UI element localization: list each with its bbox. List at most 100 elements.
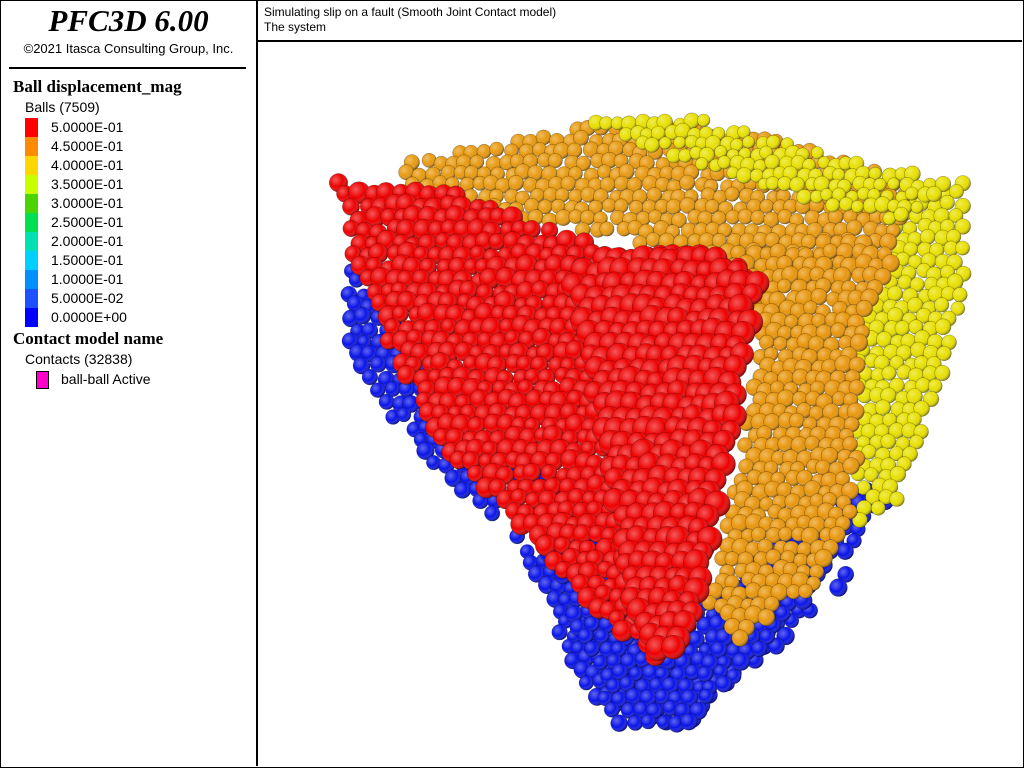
- ball-shading: [353, 307, 371, 325]
- plot-subtitle: The system: [264, 20, 327, 34]
- ball-shading: [887, 177, 900, 190]
- ball-shading: [796, 189, 812, 205]
- legend-value: 4.5000E-01: [51, 138, 124, 154]
- legend-swatch: [25, 118, 38, 137]
- ball-shading: [934, 365, 951, 381]
- ball-shading: [640, 714, 656, 729]
- ball-shading: [379, 394, 395, 410]
- ball-shading: [842, 457, 860, 475]
- ball-shading: [935, 318, 951, 335]
- ball-shading: [508, 175, 524, 191]
- ball-shading: [952, 287, 968, 302]
- ball-shading: [679, 175, 695, 191]
- legend-value: 3.0000E-01: [51, 195, 124, 211]
- legend-swatch: [25, 194, 38, 213]
- legend-value: 0.0000E+00: [51, 309, 127, 325]
- copyright-text: ©2021 Itasca Consulting Group, Inc.: [23, 41, 234, 56]
- app-title: PFC3D 6.00: [48, 3, 209, 38]
- legend-value: 5.0000E-01: [51, 119, 124, 135]
- legend-swatch: [25, 175, 38, 194]
- ball-shading: [940, 195, 955, 210]
- legend-swatch: [25, 232, 38, 251]
- contact-legend-title: Contact model name: [13, 329, 164, 348]
- legend-value: 2.0000E-01: [51, 233, 124, 249]
- ball-shading: [579, 675, 594, 691]
- ball-shading: [715, 675, 732, 693]
- ball-shading: [750, 210, 766, 225]
- legend-swatch: [25, 251, 38, 270]
- legend-value: 4.0000E-01: [51, 157, 124, 173]
- ball-shading: [362, 369, 378, 385]
- ball-shading: [778, 527, 793, 542]
- ball-shading: [489, 142, 504, 157]
- ball-count-label: Balls (7509): [25, 99, 100, 115]
- ball-shading: [926, 186, 942, 202]
- contact-swatch: [36, 371, 49, 389]
- ball-shading: [610, 714, 628, 732]
- ball-shading: [731, 629, 749, 647]
- ball-shading: [789, 413, 805, 429]
- ball-shading: [871, 501, 886, 516]
- ball-shading: [829, 578, 848, 597]
- legend-value: 3.5000E-01: [51, 176, 124, 192]
- ball-shading: [825, 198, 840, 213]
- ball-shading: [839, 197, 854, 212]
- ball-shading: [551, 624, 568, 640]
- ball-shading: [777, 278, 792, 294]
- ball-shading: [396, 407, 411, 422]
- ball-shading: [880, 433, 896, 449]
- ball-shading: [928, 379, 943, 393]
- plot-header: Simulating slip on a fault (Smooth Joint…: [258, 1, 1022, 42]
- ball-shading: [724, 551, 740, 567]
- ball-shading: [593, 655, 608, 670]
- ball-shading: [742, 135, 755, 149]
- contact-count-label: Contacts (32838): [25, 351, 133, 367]
- ball-shading: [522, 463, 541, 482]
- ball-assembly-view[interactable]: [258, 42, 1022, 766]
- legend-swatch: [25, 137, 38, 156]
- legend-panel: PFC3D 6.00 ©2021 Itasca Consulting Group…: [1, 1, 258, 766]
- contact-entry-label: ball-ball Active: [61, 371, 151, 387]
- ball-shading: [599, 221, 615, 237]
- ball-shading: [644, 137, 660, 153]
- ball-shading: [905, 187, 919, 201]
- ball-shading: [396, 365, 416, 385]
- ball-shading: [889, 491, 905, 507]
- legend-value: 1.0000E-01: [51, 271, 124, 287]
- ball-shading: [697, 114, 710, 127]
- ball-shading: [736, 167, 753, 184]
- ball-legend-title: Ball displacement_mag: [13, 77, 182, 96]
- ball-shading: [699, 689, 714, 704]
- plot-title: Simulating slip on a fault (Smooth Joint…: [264, 5, 557, 19]
- ball-shading: [697, 666, 713, 682]
- legend-value: 2.5000E-01: [51, 214, 124, 230]
- ball-shading: [680, 713, 698, 731]
- ball-shading: [454, 481, 471, 499]
- ball-shading: [934, 297, 949, 313]
- ball-shading: [751, 640, 768, 657]
- ball-shading: [851, 200, 864, 213]
- ball-shading: [484, 505, 500, 521]
- ball-shading: [666, 199, 682, 215]
- ball-shading: [695, 157, 709, 171]
- ball-shading: [893, 207, 909, 222]
- ball-shading: [661, 635, 686, 660]
- ball-shading: [724, 186, 740, 202]
- legend-swatch: [25, 289, 38, 308]
- ball-shading: [646, 232, 661, 247]
- ball-shading: [911, 201, 924, 214]
- ball-shading: [659, 136, 672, 150]
- ball-shading: [717, 155, 731, 169]
- legend-swatch: [25, 213, 38, 232]
- legend-value: 5.0000E-02: [51, 290, 124, 306]
- ball-shading: [584, 641, 600, 657]
- ball-shading: [887, 285, 903, 302]
- legend-value: 1.5000E-01: [51, 252, 124, 268]
- legend-swatch: [25, 308, 38, 327]
- ball-shading: [798, 583, 813, 599]
- legend-divider: [9, 67, 246, 69]
- 3d-viewport[interactable]: [258, 42, 1022, 766]
- ball-shading: [673, 136, 686, 149]
- ball-shading: [732, 652, 750, 671]
- ball-shading: [955, 241, 970, 256]
